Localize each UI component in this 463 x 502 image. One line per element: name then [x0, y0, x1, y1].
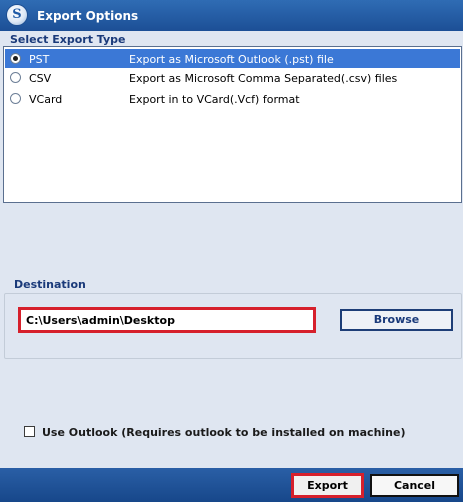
destination-path-input[interactable]	[18, 307, 316, 333]
option-description: Export as Microsoft Outlook (.pst) file	[129, 53, 334, 66]
export-button[interactable]: Export	[291, 473, 364, 498]
radio-icon[interactable]	[10, 72, 21, 83]
option-description: Export in to VCard(.Vcf) format	[129, 93, 300, 106]
export-type-list: PST Export as Microsoft Outlook (.pst) f…	[3, 46, 462, 203]
cancel-button[interactable]: Cancel	[370, 474, 459, 497]
export-type-label: Select Export Type	[10, 33, 126, 46]
export-option-pst[interactable]: PST Export as Microsoft Outlook (.pst) f…	[5, 49, 460, 68]
export-option-csv[interactable]: CSV Export as Microsoft Comma Separated(…	[5, 68, 460, 87]
option-description: Export as Microsoft Comma Separated(.csv…	[129, 72, 398, 85]
use-outlook-checkbox[interactable]	[24, 426, 35, 437]
radio-icon[interactable]	[10, 93, 21, 104]
option-name: PST	[29, 53, 50, 66]
window-title: Export Options	[37, 9, 139, 23]
export-option-vcard[interactable]: VCard Export in to VCard(.Vcf) format	[5, 89, 460, 108]
option-name: CSV	[29, 72, 52, 85]
destination-label: Destination	[12, 278, 88, 291]
option-name: VCard	[29, 93, 63, 106]
radio-icon[interactable]	[10, 53, 21, 64]
app-logo-icon: S	[6, 4, 28, 26]
browse-button[interactable]: Browse	[340, 309, 453, 331]
title-bar: S Export Options	[0, 0, 463, 31]
use-outlook-label: Use Outlook (Requires outlook to be inst…	[42, 426, 406, 439]
